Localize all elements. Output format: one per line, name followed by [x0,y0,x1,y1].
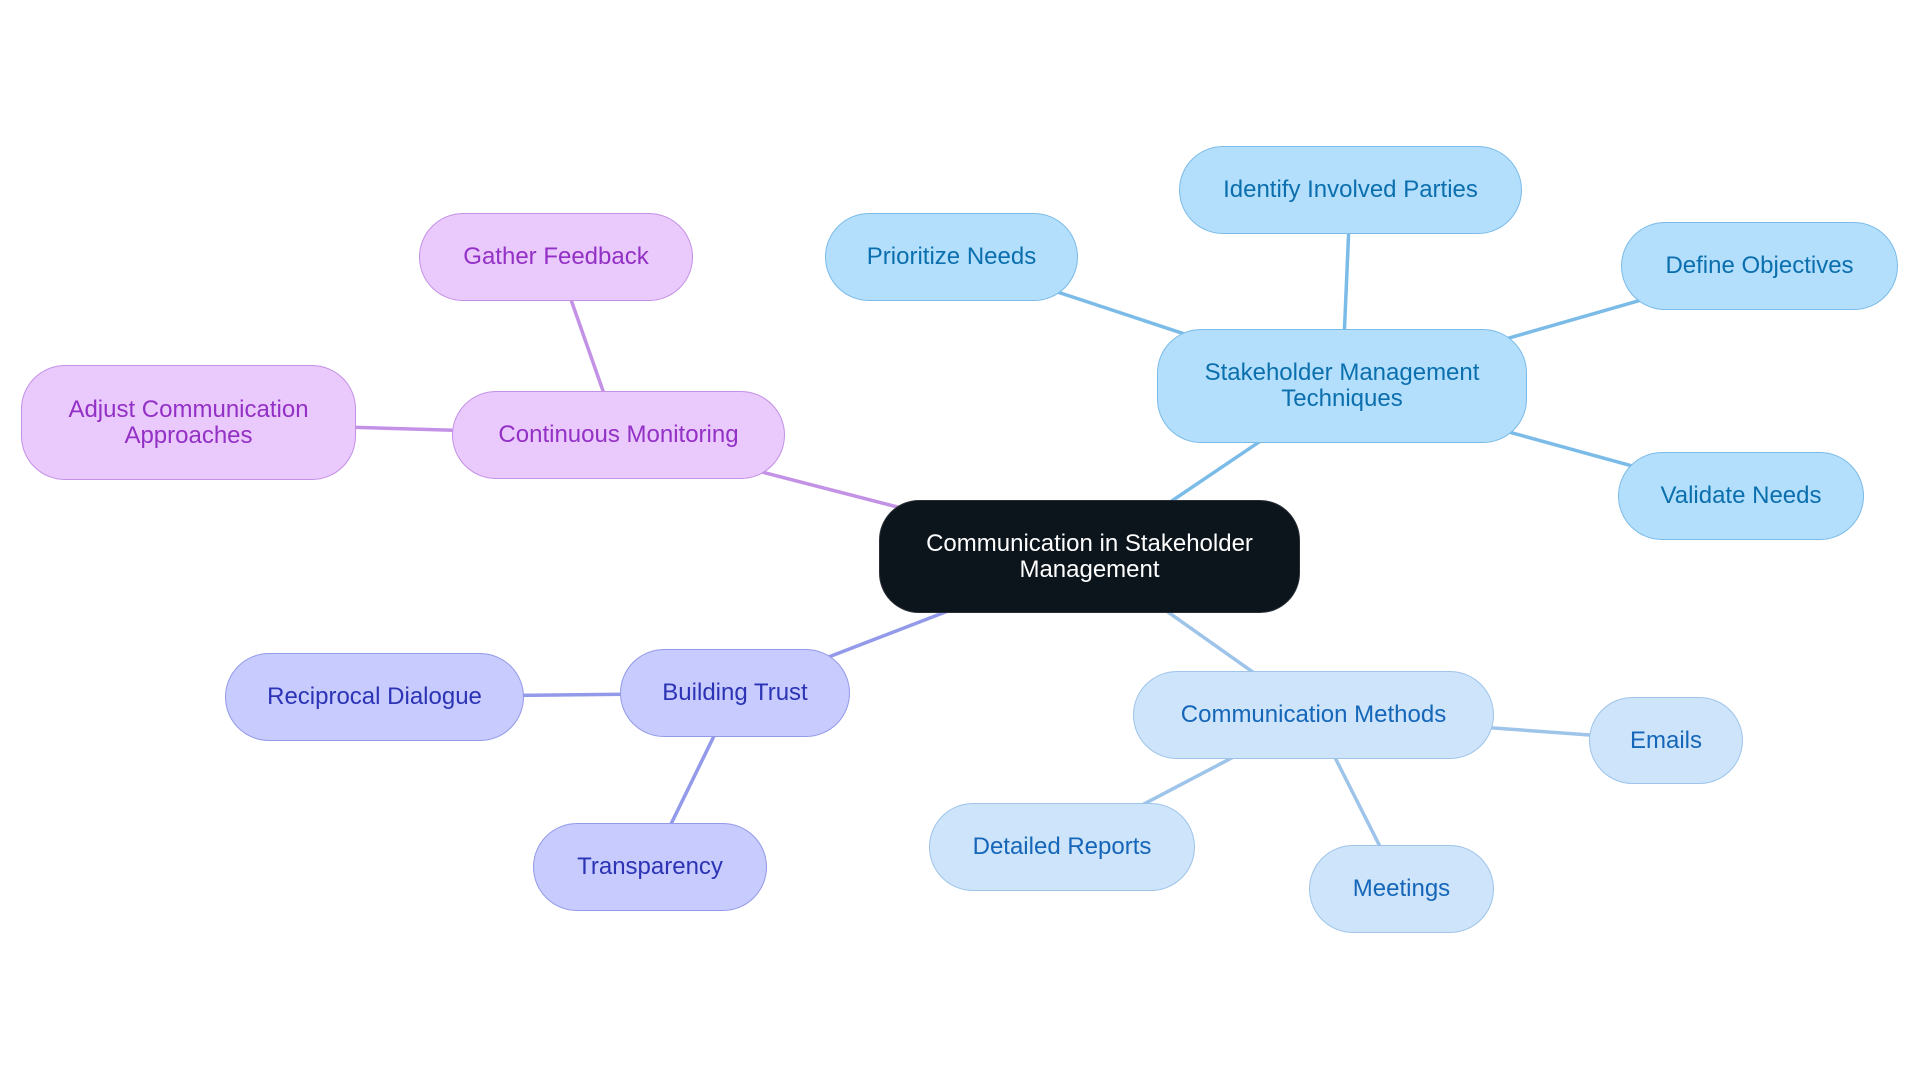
leaf-node-transparency[interactable]: Transparency [533,823,767,911]
leaf-node-meetings[interactable]: Meetings [1309,845,1494,933]
leaf-node-define[interactable]: Define Objectives [1621,222,1898,310]
leaf-node-emails[interactable]: Emails [1589,697,1743,784]
node-label: Define Objectives [1665,252,1854,279]
node-label: Validate Needs [1660,482,1822,509]
root-node[interactable]: Communication in Stakeholder Management [879,500,1300,613]
branch-node-monitoring[interactable]: Continuous Monitoring [452,391,785,479]
node-label: Detailed Reports [972,833,1152,860]
node-label: Building Trust [662,679,808,706]
leaf-node-validate[interactable]: Validate Needs [1618,452,1864,540]
leaf-node-identify[interactable]: Identify Involved Parties [1179,146,1522,234]
node-label: Gather Feedback [463,243,649,270]
node-label: Transparency [577,853,723,880]
leaf-node-dialogue[interactable]: Reciprocal Dialogue [225,653,524,741]
branch-node-methods[interactable]: Communication Methods [1133,671,1494,759]
root-label: Communication in Stakeholder Management [926,529,1253,583]
node-label: Emails [1629,726,1702,754]
node-label: Meetings [1352,875,1451,902]
leaf-node-prioritize[interactable]: Prioritize Needs [825,213,1078,301]
node-label: Identify Involved Parties [1223,176,1478,203]
node-label: Communication Methods [1180,701,1447,728]
node-label: Continuous Monitoring [498,421,739,448]
leaf-node-adjust[interactable]: Adjust Communication Approaches [21,365,356,480]
node-label: Adjust Communication Approaches [68,395,309,449]
leaf-node-feedback[interactable]: Gather Feedback [419,213,693,301]
leaf-node-reports[interactable]: Detailed Reports [929,803,1195,891]
node-label: Stakeholder Management Techniques [1204,359,1480,412]
node-label: Prioritize Needs [866,243,1037,270]
branch-node-trust[interactable]: Building Trust [620,649,850,737]
branch-node-techniques[interactable]: Stakeholder Management Techniques [1157,329,1527,443]
node-label: Reciprocal Dialogue [267,683,482,710]
